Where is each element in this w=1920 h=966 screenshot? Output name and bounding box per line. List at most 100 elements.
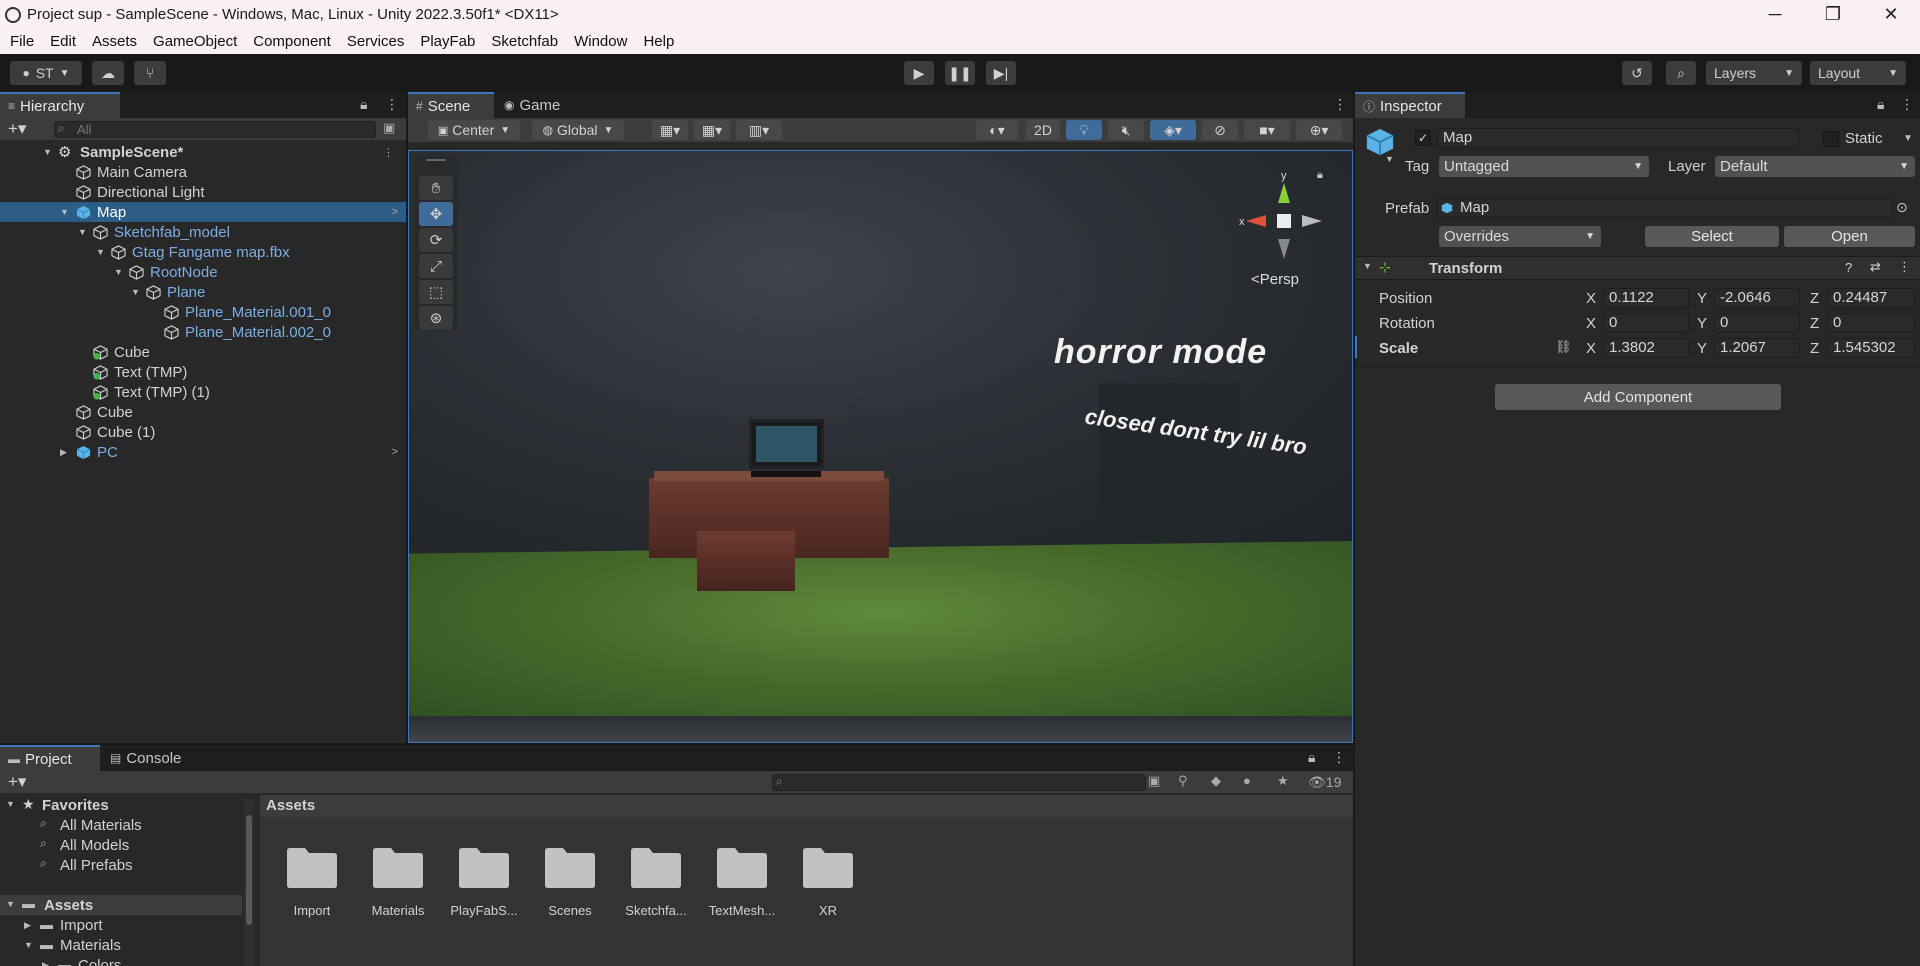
menu-help[interactable]: Help — [635, 33, 682, 50]
folder-scenes[interactable]: Scenes — [527, 845, 613, 918]
tree-item-plane-material-001[interactable]: Plane_Material.001_0 — [0, 302, 406, 322]
tree-item-directional-light[interactable]: Directional Light — [0, 182, 406, 202]
step-button[interactable]: ▶| — [986, 61, 1016, 85]
object-name-field[interactable]: Map — [1437, 128, 1799, 148]
grid-snap-button[interactable]: ▦▾ — [652, 120, 688, 140]
draw-mode-dropdown[interactable]: ◐▾ — [976, 120, 1018, 140]
log-type-icon[interactable]: ● — [1243, 773, 1251, 788]
global-space-dropdown[interactable]: ◍ Global ▼ — [532, 120, 624, 140]
scale-tool-button[interactable]: ⤢ — [419, 254, 453, 278]
tree-item-plane-material-002[interactable]: Plane_Material.002_0 — [0, 322, 406, 342]
more-options-icon[interactable]: ⋮ — [383, 146, 394, 159]
chevron-right-icon[interactable]: > — [392, 446, 398, 458]
expand-arrow-icon[interactable]: ▼ — [60, 207, 69, 217]
panel-divider[interactable] — [1353, 92, 1355, 966]
pause-button[interactable]: ❚❚ — [945, 61, 975, 85]
menu-edit[interactable]: Edit — [42, 33, 84, 50]
hidden-objects-toggle[interactable]: ⊘ — [1202, 120, 1238, 140]
collab-button[interactable]: ⑂ — [134, 61, 166, 85]
menu-playfab[interactable]: PlayFab — [412, 33, 483, 50]
tab-hierarchy[interactable]: ≡ Hierarchy — [0, 92, 120, 118]
pivot-center-dropdown[interactable]: ▣ Center ▼ — [428, 120, 520, 140]
menu-window[interactable]: Window — [566, 33, 635, 50]
transform-header[interactable]: ▼ ⊹ Transform ? ⇄ ⋮ — [1355, 256, 1920, 280]
tree-item-rootnode[interactable]: ▼ RootNode — [0, 262, 406, 282]
menu-services[interactable]: Services — [339, 33, 413, 50]
layout-dropdown[interactable]: Layout ▼ — [1810, 61, 1906, 85]
more-options-icon[interactable]: ⋮ — [385, 96, 399, 113]
scene-viewport[interactable]: horror mode closed dont try lil bro ✋︎ ✥… — [408, 150, 1353, 743]
tab-scene[interactable]: # Scene — [408, 92, 494, 118]
expand-arrow-icon[interactable]: ▼ — [24, 940, 33, 950]
hand-tool-button[interactable]: ✋︎ — [419, 176, 453, 200]
tag-dropdown[interactable]: Untagged ▼ — [1439, 156, 1649, 177]
folder-textmeshpro[interactable]: TextMesh... — [699, 845, 785, 918]
expand-arrow-icon[interactable]: ▼ — [78, 227, 87, 237]
position-y-field[interactable]: -2.0646 — [1714, 288, 1800, 308]
asset-breadcrumb[interactable]: Assets — [260, 795, 1353, 817]
effects-dropdown[interactable]: ◈▾ — [1150, 120, 1196, 140]
expand-arrow-icon[interactable]: ▼ — [6, 899, 15, 909]
object-picker-icon[interactable]: ⊙ — [1896, 199, 1908, 216]
favorite-all-materials[interactable]: All Materials — [60, 817, 142, 834]
rect-tool-button[interactable]: ⬚ — [419, 280, 453, 304]
rotation-x-field[interactable]: 0 — [1603, 313, 1689, 333]
tree-folder-colors[interactable]: Colors — [78, 957, 121, 966]
account-dropdown[interactable]: ● ST ▼ — [10, 61, 82, 85]
menu-component[interactable]: Component — [245, 33, 339, 50]
orientation-gizmo[interactable]: x y — [1234, 171, 1334, 271]
menu-gameobject[interactable]: GameObject — [145, 33, 245, 50]
expand-arrow-icon[interactable]: ▼ — [43, 147, 52, 157]
constrain-proportions-icon[interactable]: ⛓ — [1555, 339, 1572, 355]
tree-item-sketchfab-model[interactable]: ▼ Sketchfab_model — [0, 222, 406, 242]
more-options-icon[interactable]: ⋮ — [1898, 259, 1911, 275]
help-icon[interactable]: ? — [1845, 260, 1852, 275]
favorite-all-models[interactable]: All Models — [60, 837, 129, 854]
tree-item-map[interactable]: ▼ Map > — [0, 202, 406, 222]
open-prefab-button[interactable]: Open — [1784, 226, 1915, 247]
folder-xr[interactable]: XR — [785, 845, 871, 918]
rotate-tool-button[interactable]: ⟳ — [419, 228, 453, 252]
lock-icon[interactable]: 🔒︎ — [1317, 169, 1323, 182]
prefab-field[interactable]: Map — [1437, 198, 1893, 218]
camera-dropdown[interactable]: ■▾ — [1244, 120, 1290, 140]
more-options-icon[interactable]: ⋮ — [1333, 96, 1347, 113]
gizmos-dropdown[interactable]: ⊕▾ — [1296, 120, 1342, 140]
folder-playfabsdk[interactable]: PlayFabS... — [441, 845, 527, 918]
favorite-star-icon[interactable]: ★ — [1277, 773, 1289, 789]
tree-item-main-camera[interactable]: Main Camera — [0, 162, 406, 182]
rotation-z-field[interactable]: 0 — [1827, 313, 1915, 333]
project-search-input[interactable] — [772, 774, 1146, 791]
menu-assets[interactable]: Assets — [84, 33, 145, 50]
tree-folder-materials[interactable]: Materials — [60, 937, 121, 954]
lock-icon[interactable]: 🔒︎ — [360, 96, 367, 113]
lock-icon[interactable]: 🔒︎ — [1308, 749, 1315, 766]
close-button[interactable]: ✕ — [1862, 0, 1920, 29]
filter-label-icon[interactable]: ◆ — [1211, 773, 1221, 789]
folder-import[interactable]: Import — [269, 845, 355, 918]
expand-arrow-icon[interactable]: ▼ — [96, 247, 105, 257]
layer-dropdown[interactable]: Default ▼ — [1715, 156, 1915, 177]
tab-project[interactable]: ▬ Project — [0, 745, 100, 771]
menu-file[interactable]: File — [2, 33, 42, 50]
scale-x-field[interactable]: 1.3802 — [1603, 338, 1689, 358]
expand-arrow-icon[interactable]: ▼ — [131, 287, 140, 297]
transform-tool-button[interactable]: ⊛ — [419, 306, 453, 330]
tree-item-text-tmp-1[interactable]: Text (TMP) (1) — [0, 382, 406, 402]
tree-item-cube-1[interactable]: Cube (1) — [0, 422, 406, 442]
lock-icon[interactable]: 🔒︎ — [1877, 96, 1884, 113]
chevron-down-icon[interactable]: ▼ — [1385, 154, 1394, 164]
overrides-dropdown[interactable]: Overrides ▼ — [1439, 226, 1601, 247]
tab-console[interactable]: ▤ Console — [102, 745, 202, 771]
tree-item-pc[interactable]: ▶ PC > — [0, 442, 406, 462]
tree-item-cube-added[interactable]: Cube — [0, 342, 406, 362]
lighting-toggle[interactable]: 💡︎ — [1066, 120, 1102, 140]
add-icon[interactable]: +▾ — [8, 119, 26, 139]
static-checkbox[interactable] — [1823, 131, 1839, 147]
collapse-arrow-icon[interactable]: ▼ — [1363, 261, 1372, 271]
favorites-label[interactable]: Favorites — [42, 797, 109, 814]
more-options-icon[interactable]: ⋮ — [1332, 749, 1346, 766]
rotation-y-field[interactable]: 0 — [1714, 313, 1800, 333]
tree-item-gtag-fbx[interactable]: ▼ Gtag Fangame map.fbx — [0, 242, 406, 262]
expand-arrow-icon[interactable]: ▶ — [24, 920, 31, 931]
